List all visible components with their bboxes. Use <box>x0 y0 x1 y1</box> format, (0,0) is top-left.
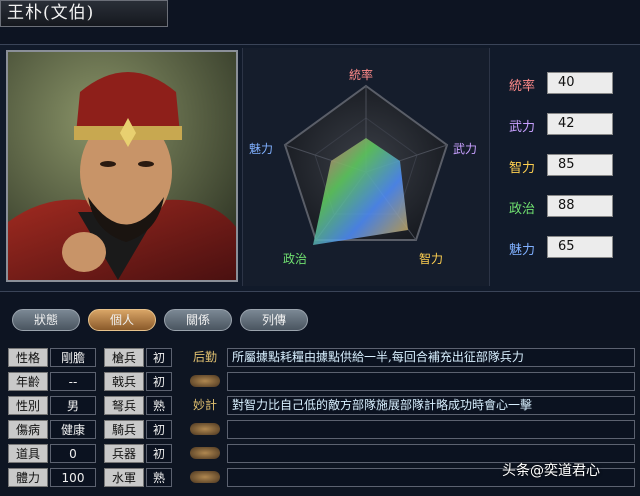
troop-value: 熟 <box>146 396 172 415</box>
tab-relations[interactable]: 關係 <box>164 309 232 331</box>
tab-status[interactable]: 狀態 <box>12 309 80 331</box>
stat-row-intelligence: 智力 85 <box>495 154 635 178</box>
stat-value: 65 <box>547 236 613 258</box>
personal-value: -- <box>50 372 96 391</box>
empty-skill-slot-icon <box>190 471 220 483</box>
skill-description <box>227 420 635 439</box>
troop-value: 熟 <box>146 468 172 487</box>
stat-label: 武力 <box>509 120 536 135</box>
personal-value: 0 <box>50 444 96 463</box>
radar-svg <box>283 84 449 245</box>
troop-label: 弩兵 <box>104 396 144 415</box>
officer-name-title: 王朴(文伯) <box>0 0 168 27</box>
ability-radar-chart: 統率 武力 智力 政治 魅力 <box>242 48 490 286</box>
watermark-text: 头条@奕道君心 <box>502 463 600 479</box>
officer-portrait <box>6 50 238 282</box>
info-tabs: 狀態 個人 關係 列傳 <box>0 309 640 333</box>
personal-value: 剛膽 <box>50 348 96 367</box>
skill-description: 對智力比自己低的敵方部隊施展部隊計略成功時會心一擊 <box>227 396 635 415</box>
stat-label: 魅力 <box>509 243 536 258</box>
stat-label: 政治 <box>509 202 536 217</box>
troop-value: 初 <box>146 420 172 439</box>
empty-skill-slot-icon <box>190 447 220 459</box>
troop-label: 兵器 <box>104 444 144 463</box>
stat-value: 85 <box>547 154 613 176</box>
personal-value: 100 <box>50 468 96 487</box>
radar-label-leadership: 統率 <box>349 68 374 82</box>
stat-label: 智力 <box>509 161 536 176</box>
troop-value: 初 <box>146 372 172 391</box>
personal-label: 年齡 <box>8 372 48 391</box>
radar-label-intelligence: 智力 <box>419 252 444 266</box>
personal-label: 性格 <box>8 348 48 367</box>
troop-label: 水軍 <box>104 468 144 487</box>
stat-row-war: 武力 42 <box>495 113 635 137</box>
stat-row-leadership: 統率 40 <box>495 72 635 96</box>
stat-value: 42 <box>547 113 613 135</box>
stat-label: 統率 <box>509 79 536 94</box>
skill-description: 所屬據點耗糧由據點供給一半,每回合補充出征部隊兵力 <box>227 348 635 367</box>
personal-value: 健康 <box>50 420 96 439</box>
radar-label-charm: 魅力 <box>249 142 274 156</box>
portrait-image <box>8 52 236 280</box>
stat-row-politics: 政治 88 <box>495 195 635 219</box>
troop-label: 戟兵 <box>104 372 144 391</box>
personal-label: 體力 <box>8 468 48 487</box>
troop-label: 槍兵 <box>104 348 144 367</box>
radar-label-politics: 政治 <box>283 252 308 266</box>
skill-description <box>227 372 635 391</box>
stat-value: 40 <box>547 72 613 94</box>
troop-value: 初 <box>146 348 172 367</box>
personal-label: 傷病 <box>8 420 48 439</box>
personal-value: 男 <box>50 396 96 415</box>
tab-personal[interactable]: 個人 <box>88 309 156 331</box>
troop-value: 初 <box>146 444 172 463</box>
personal-label: 性別 <box>8 396 48 415</box>
stat-row-charm: 魅力 65 <box>495 236 635 260</box>
personal-label: 道具 <box>8 444 48 463</box>
stat-value: 88 <box>547 195 613 217</box>
skill-name[interactable]: 后勤 <box>185 348 225 367</box>
tab-biography[interactable]: 列傳 <box>240 309 308 331</box>
troop-label: 騎兵 <box>104 420 144 439</box>
empty-skill-slot-icon <box>190 423 220 435</box>
skill-name[interactable]: 妙計 <box>185 396 225 415</box>
empty-skill-slot-icon <box>190 375 220 387</box>
radar-label-war: 武力 <box>453 142 478 156</box>
